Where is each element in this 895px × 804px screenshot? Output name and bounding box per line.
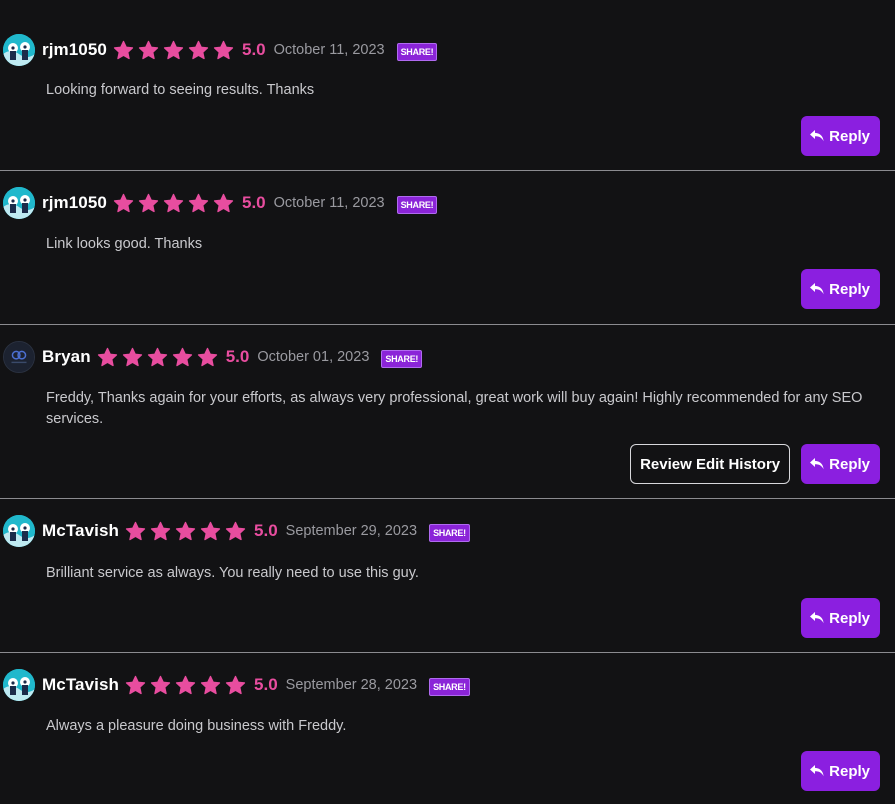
rating-value: 5.0	[241, 193, 266, 212]
rating-value: 5.0	[241, 40, 266, 59]
share-badge[interactable]: SHARE!	[396, 43, 438, 61]
review-header: rjm1050 5.0 October 11, 2023 SHARE!	[3, 187, 438, 219]
star-rating	[125, 675, 250, 696]
star-icon	[213, 40, 234, 61]
star-icon	[150, 675, 171, 696]
star-icon	[213, 193, 234, 214]
review-item: rjm1050 5.0 October 11, 2023 SHARE! Link…	[0, 171, 895, 325]
review-header: Bryan 5.0 October 01, 2023 SHARE!	[3, 341, 423, 373]
star-icon	[122, 347, 143, 368]
star-icon	[138, 193, 159, 214]
star-icon	[225, 675, 246, 696]
username[interactable]: McTavish	[42, 675, 119, 695]
reply-label: Reply	[829, 455, 870, 473]
review-item: rjm1050 5.0 October 11, 2023 SHARE! Look…	[0, 0, 895, 171]
star-icon	[197, 347, 218, 368]
teal-character-avatar[interactable]	[3, 515, 35, 547]
reply-button[interactable]: Reply	[801, 751, 880, 791]
reply-arrow-icon	[809, 282, 825, 296]
star-rating	[113, 40, 238, 61]
review-actions: Reply	[801, 598, 880, 638]
reply-arrow-icon	[809, 129, 825, 143]
username[interactable]: rjm1050	[42, 193, 107, 213]
reply-label: Reply	[829, 127, 870, 145]
review-item: McTavish 5.0 September 28, 2023 SHARE! A…	[0, 653, 895, 804]
review-date: September 28, 2023	[285, 677, 418, 693]
review-header: McTavish 5.0 September 29, 2023 SHARE!	[3, 515, 470, 547]
review-text: Brilliant service as always. You really …	[46, 565, 419, 581]
rating-value: 5.0	[225, 347, 250, 366]
star-icon	[147, 347, 168, 368]
star-rating	[97, 347, 222, 368]
review-date: October 11, 2023	[273, 42, 385, 58]
review-text: Link looks good. Thanks	[46, 236, 203, 252]
rating-value: 5.0	[254, 675, 278, 694]
review-item: McTavish 5.0 September 29, 2023 SHARE! B…	[0, 499, 895, 653]
username[interactable]: rjm1050	[42, 40, 107, 60]
review-item: Bryan 5.0 October 01, 2023 SHARE! Freddy…	[0, 325, 895, 499]
star-icon	[200, 675, 221, 696]
dark-logo-avatar[interactable]	[3, 341, 35, 373]
star-icon	[172, 347, 193, 368]
reviews-list: rjm1050 5.0 October 11, 2023 SHARE! Look…	[0, 0, 895, 804]
rating-value: 5.0	[254, 521, 278, 540]
star-icon	[188, 40, 209, 61]
star-icon	[163, 40, 184, 61]
star-icon	[188, 193, 209, 214]
star-icon	[97, 347, 118, 368]
star-icon	[163, 193, 184, 214]
star-icon	[225, 521, 246, 542]
review-edit-history-button[interactable]: Review Edit History	[630, 444, 791, 484]
star-icon	[175, 521, 196, 542]
reply-button[interactable]: Reply	[801, 116, 880, 156]
star-icon	[150, 521, 171, 542]
star-icon	[113, 193, 134, 214]
star-rating	[113, 193, 238, 214]
share-badge[interactable]: SHARE!	[381, 350, 423, 368]
review-text: Always a pleasure doing business with Fr…	[46, 718, 347, 734]
teal-character-avatar[interactable]	[3, 187, 35, 219]
reply-button[interactable]: Reply	[801, 269, 880, 309]
reply-label: Reply	[829, 280, 870, 298]
review-header: McTavish 5.0 September 28, 2023 SHARE!	[3, 669, 470, 701]
share-badge[interactable]: SHARE!	[429, 524, 470, 542]
review-date: October 11, 2023	[273, 195, 385, 211]
reply-arrow-icon	[809, 611, 825, 625]
review-date: October 01, 2023	[257, 349, 370, 365]
review-text: Looking forward to seeing results. Thank…	[46, 82, 315, 98]
star-icon	[125, 675, 146, 696]
review-actions: Review Edit History Reply	[630, 444, 880, 484]
review-actions: Reply	[801, 116, 880, 156]
review-date: September 29, 2023	[285, 523, 418, 539]
reply-label: Reply	[829, 762, 870, 780]
share-badge[interactable]: SHARE!	[429, 678, 470, 696]
reply-button[interactable]: Reply	[801, 444, 880, 484]
reply-arrow-icon	[809, 764, 825, 778]
review-header: rjm1050 5.0 October 11, 2023 SHARE!	[3, 34, 438, 66]
teal-character-avatar[interactable]	[3, 669, 35, 701]
review-text: Freddy, Thanks again for your efforts, a…	[46, 390, 863, 427]
reply-label: Reply	[829, 609, 870, 627]
star-icon	[200, 521, 221, 542]
star-icon	[138, 40, 159, 61]
star-icon	[175, 675, 196, 696]
reply-arrow-icon	[809, 457, 825, 471]
username[interactable]: McTavish	[42, 521, 119, 541]
review-actions: Reply	[801, 751, 880, 791]
reply-button[interactable]: Reply	[801, 598, 880, 638]
star-rating	[125, 521, 250, 542]
star-icon	[113, 40, 134, 61]
review-actions: Reply	[801, 269, 880, 309]
teal-character-avatar[interactable]	[3, 34, 35, 66]
share-badge[interactable]: SHARE!	[396, 196, 438, 214]
star-icon	[125, 521, 146, 542]
username[interactable]: Bryan	[42, 347, 91, 367]
